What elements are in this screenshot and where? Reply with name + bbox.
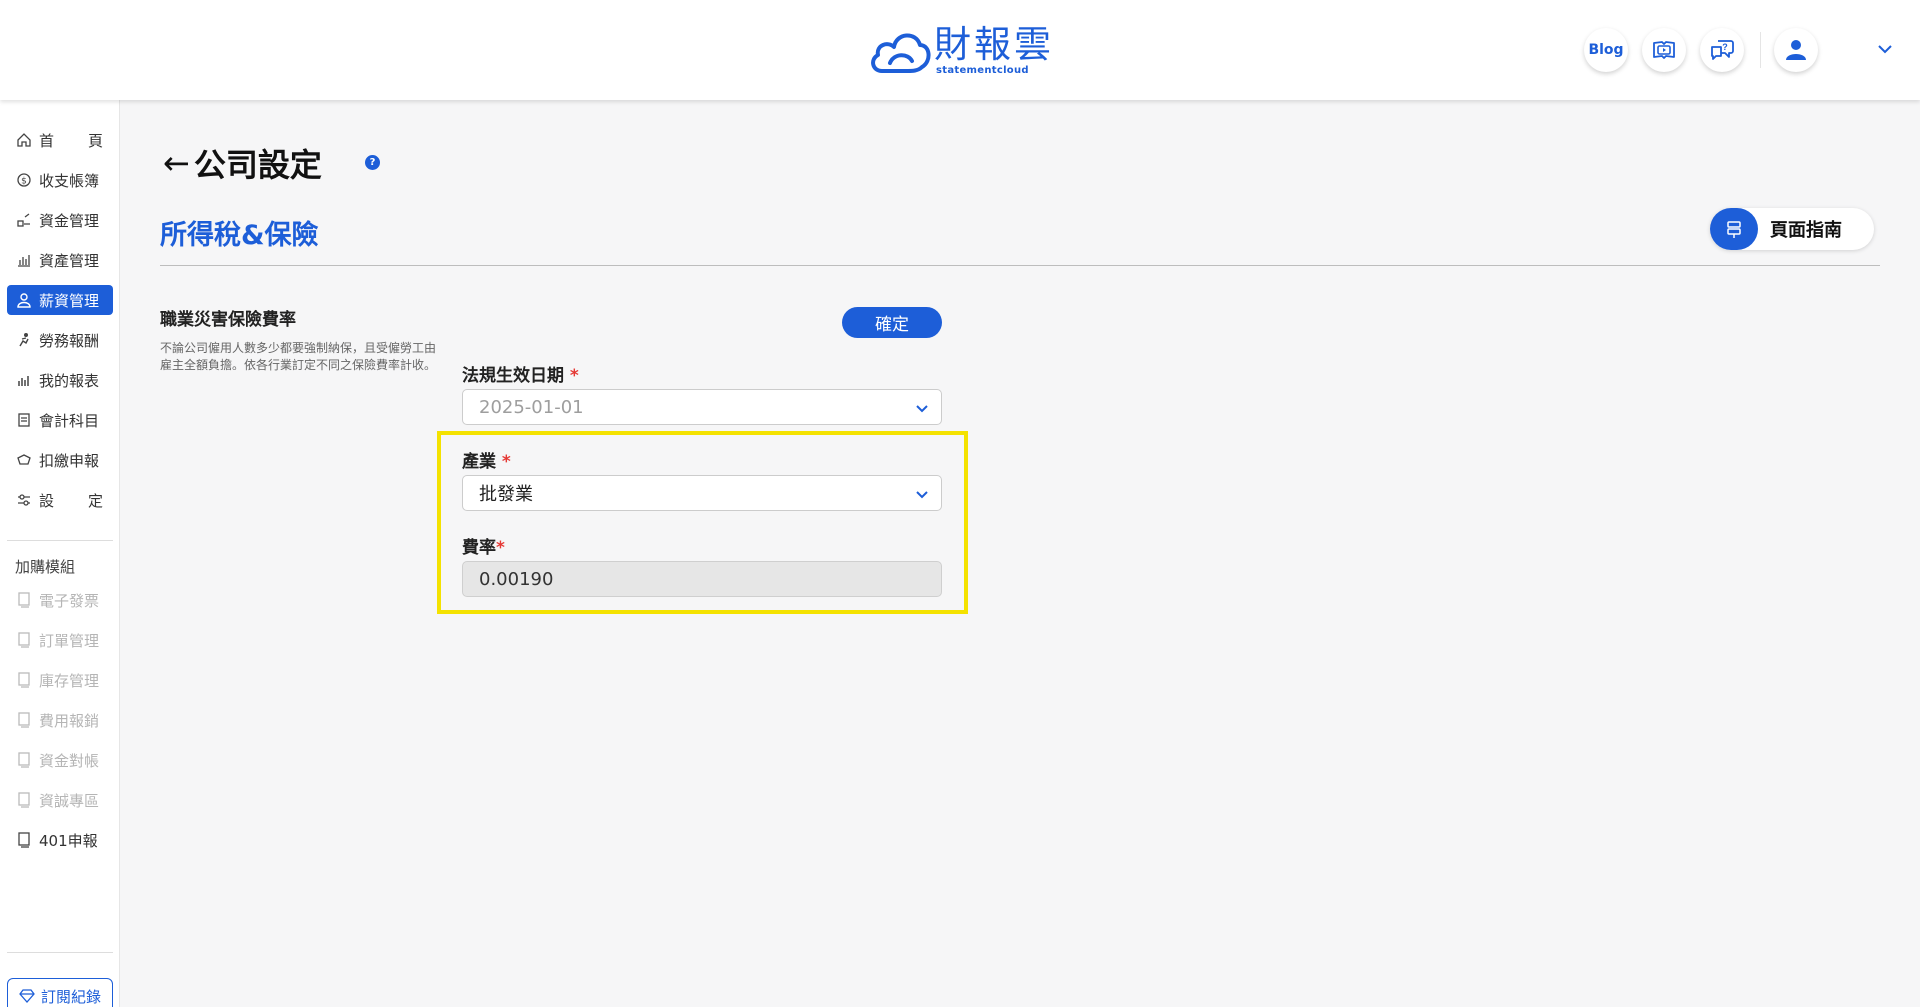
sidebar-addon-expense[interactable]: 費用報銷 bbox=[7, 705, 113, 735]
sidebar-item-label: 首 bbox=[39, 131, 55, 150]
payroll-icon bbox=[15, 291, 33, 309]
sidebar-addon-401[interactable]: 401申報 bbox=[7, 825, 113, 855]
user-avatar-button[interactable] bbox=[1774, 28, 1818, 72]
sidebar-item-fund[interactable]: 資金管理 bbox=[7, 205, 113, 235]
blog-label: Blog bbox=[1588, 42, 1624, 58]
block-title: 職業災害保險費率 bbox=[160, 310, 296, 330]
sidebar-divider bbox=[7, 952, 113, 953]
sidebar-item-settings[interactable]: 設定 bbox=[7, 485, 113, 515]
home-icon bbox=[15, 131, 33, 149]
page-title-text: 公司設定 bbox=[193, 146, 322, 184]
sidebar-item-labor[interactable]: 勞務報酬 bbox=[7, 325, 113, 355]
page-title: ← 公司設定 bbox=[163, 140, 322, 186]
chevron-down-icon bbox=[916, 405, 928, 413]
labor-icon bbox=[15, 331, 33, 349]
addon-icon bbox=[15, 791, 33, 809]
guide-icon bbox=[1710, 208, 1758, 250]
addon-icon bbox=[15, 671, 33, 689]
top-header: 財報雲 statementcloud Blog ? bbox=[0, 0, 1920, 100]
video-book-icon bbox=[1653, 41, 1675, 59]
sidebar-item-payroll[interactable]: 薪資管理 bbox=[7, 285, 113, 315]
blog-button[interactable]: Blog bbox=[1584, 28, 1628, 72]
confirm-label: 確定 bbox=[875, 315, 909, 335]
effective-date-select[interactable]: 2025-01-01 bbox=[462, 389, 942, 425]
sidebar-item-label: 收支帳簿 bbox=[39, 171, 100, 190]
addon-icon bbox=[15, 831, 33, 849]
account-menu-toggle[interactable] bbox=[1876, 40, 1894, 59]
addon-icon bbox=[15, 711, 33, 729]
sidebar-item-label: 資金管理 bbox=[39, 211, 100, 230]
settings-icon bbox=[15, 491, 33, 509]
sidebar-item-assets[interactable]: 資產管理 bbox=[7, 245, 113, 275]
sidebar-item-label: 費用報銷 bbox=[39, 711, 100, 730]
sidebar-addon-inventory[interactable]: 庫存管理 bbox=[7, 665, 113, 695]
user-icon bbox=[1786, 40, 1806, 60]
back-arrow-icon[interactable]: ← bbox=[163, 144, 190, 182]
sidebar-item-label: 勞務報酬 bbox=[39, 331, 100, 350]
sidebar-item-label: 訂單管理 bbox=[39, 631, 100, 650]
sidebar-item-label: 資金對帳 bbox=[39, 751, 100, 770]
section-divider bbox=[160, 265, 1880, 266]
effective-date-label: 法規生效日期 * bbox=[462, 361, 579, 386]
tutorial-video-button[interactable] bbox=[1642, 28, 1686, 72]
sidebar-item-label: 資產管理 bbox=[39, 251, 100, 270]
sidebar-item-label: 會計科目 bbox=[39, 411, 100, 430]
subscription-label: 訂閱紀錄 bbox=[40, 987, 101, 1006]
sidebar-addon-orders[interactable]: 訂單管理 bbox=[7, 625, 113, 655]
addon-heading: 加購模組 bbox=[15, 558, 76, 576]
sidebar-addon-einvoice[interactable]: 電子發票 bbox=[7, 585, 113, 615]
ledger-icon bbox=[15, 411, 33, 429]
logo-title: 財報雲 bbox=[934, 23, 1054, 66]
sidebar-addon-reconcile[interactable]: 資金對帳 bbox=[7, 745, 113, 775]
cloud-logo-icon bbox=[871, 33, 931, 73]
block-description: 不論公司僱用人數多少都要強制納保，且受僱勞工由雇主全額負擔。依各行業訂定不同之保… bbox=[160, 341, 437, 372]
coin-icon: $ bbox=[15, 171, 33, 189]
logo-subtitle: statementcloud bbox=[936, 65, 1029, 76]
guide-label: 頁面指南 bbox=[1770, 220, 1842, 241]
sidebar-item-accounts[interactable]: 會計科目 bbox=[7, 405, 113, 435]
svg-text:?: ? bbox=[1722, 42, 1728, 52]
sidebar-item-ledger[interactable]: $ 收支帳簿 bbox=[7, 165, 113, 195]
highlight-box bbox=[437, 431, 968, 614]
subscription-history-button[interactable]: 訂閱紀錄 bbox=[7, 978, 113, 1007]
help-mark: ? bbox=[369, 157, 376, 168]
header-divider bbox=[1760, 32, 1761, 68]
chat-help-icon: ? bbox=[1711, 40, 1734, 60]
chevron-down-icon bbox=[1878, 45, 1892, 54]
sidebar-item-label: 401申報 bbox=[39, 831, 98, 850]
sidebar: 首頁 $ 收支帳簿 資金管理 資產管理 薪資管理 勞務報酬 我的報表 會計科目 … bbox=[0, 100, 120, 1007]
sidebar-item-withholding[interactable]: 扣繳申報 bbox=[7, 445, 113, 475]
sidebar-item-label: 扣繳申報 bbox=[39, 451, 100, 470]
sidebar-item-label: 電子發票 bbox=[39, 591, 100, 610]
sidebar-item-reports[interactable]: 我的報表 bbox=[7, 365, 113, 395]
svg-text:$: $ bbox=[21, 177, 27, 187]
sidebar-item-label: 設 bbox=[39, 491, 55, 510]
addon-icon bbox=[15, 751, 33, 769]
sidebar-addon-pwc[interactable]: 資誠專區 bbox=[7, 785, 113, 815]
fund-icon bbox=[15, 211, 33, 229]
sidebar-item-home[interactable]: 首頁 bbox=[7, 125, 113, 155]
section-title: 所得稅&保險 bbox=[160, 220, 319, 251]
effective-date-value: 2025-01-01 bbox=[479, 396, 584, 418]
help-icon[interactable]: ? bbox=[365, 155, 380, 170]
sidebar-item-label: 我的報表 bbox=[39, 371, 100, 390]
support-button[interactable]: ? bbox=[1700, 28, 1744, 72]
bar-chart-icon bbox=[15, 251, 33, 269]
addon-icon bbox=[15, 591, 33, 609]
confirm-button[interactable]: 確定 bbox=[842, 307, 942, 338]
effective-date-label-text: 法規生效日期 bbox=[462, 366, 564, 386]
sidebar-item-label: 定 bbox=[87, 491, 103, 510]
sidebar-item-label: 薪資管理 bbox=[39, 291, 100, 310]
report-icon bbox=[15, 371, 33, 389]
sidebar-item-label: 資誠專區 bbox=[39, 791, 100, 810]
page-guide-button[interactable]: 頁面指南 bbox=[1710, 208, 1874, 250]
addon-icon bbox=[15, 631, 33, 649]
sidebar-divider bbox=[7, 540, 113, 541]
sidebar-item-label: 頁 bbox=[87, 131, 103, 150]
diamond-icon bbox=[19, 989, 35, 1003]
sidebar-item-label: 庫存管理 bbox=[39, 671, 100, 690]
required-mark: * bbox=[569, 366, 579, 386]
logo[interactable]: 財報雲 statementcloud bbox=[868, 22, 1054, 80]
tax-icon bbox=[15, 451, 33, 469]
